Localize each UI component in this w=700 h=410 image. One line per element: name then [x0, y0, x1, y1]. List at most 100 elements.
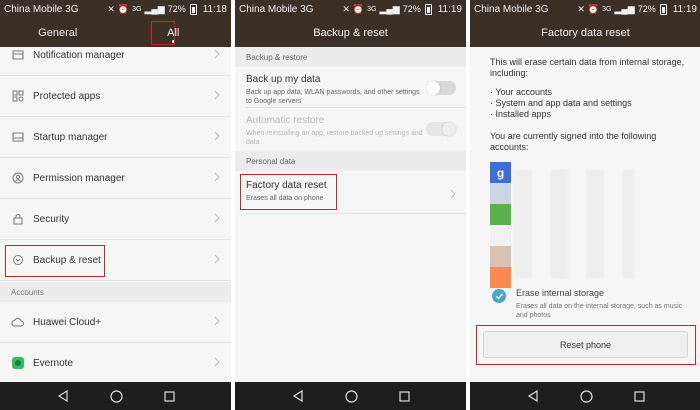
account-icon [490, 267, 511, 288]
blurred-account-names [514, 169, 634, 279]
factory-reset-screen: China Mobile 3G ✕ ⏰ 3G ▂▄▆ 72% 11:19 Fac… [470, 0, 700, 410]
account-icon [490, 225, 511, 246]
alarm-icon: ⏰ [117, 3, 130, 14]
recents-icon[interactable] [398, 390, 410, 402]
settings-screen: China Mobile 3G ✕ ⏰ 3G ▂▄▆ 72% 11:18 Gen… [0, 0, 231, 410]
backup-reset-screen: China Mobile 3G ✕ ⏰ 3G ▂▄▆ 72% 11:19 Bac… [235, 0, 466, 410]
signed-in-text: You are currently signed into the follow… [490, 131, 657, 152]
setting-title: Factory data reset [246, 180, 327, 191]
signal-icon: ▂▄▆ [144, 3, 165, 14]
setting-description: Erases all data on phone [246, 195, 324, 202]
cloud-icon [11, 316, 24, 329]
home-icon[interactable] [579, 389, 593, 403]
back-icon[interactable] [527, 390, 539, 402]
factory-reset-content: This will erase certain data from intern… [470, 47, 700, 382]
alarm-icon: ⏰ [587, 3, 600, 14]
item-label: Security [33, 213, 70, 225]
permission-icon [11, 172, 24, 185]
account-icon [490, 183, 511, 204]
account-list: g [490, 162, 511, 288]
bullet-system-data: · System and app data and settings [490, 98, 632, 108]
chevron-right-icon [214, 169, 222, 187]
signal-icon: ▂▄▆ [379, 3, 400, 14]
item-label: Notification manager [33, 49, 125, 61]
battery-icon [424, 3, 432, 15]
notification-icon [11, 49, 24, 62]
home-icon[interactable] [344, 389, 358, 403]
item-label: Evernote [33, 357, 74, 369]
chevron-right-icon [450, 186, 456, 204]
bullet-installed-apps: · Installed apps [490, 109, 552, 119]
account-icon [490, 204, 511, 225]
back-icon[interactable] [57, 390, 69, 402]
divider [246, 213, 466, 214]
account-icon [490, 246, 511, 267]
clock: 11:18 [202, 3, 227, 15]
back-icon[interactable] [292, 390, 304, 402]
setting-factory-data-reset[interactable]: Factory data reset Erases all data on ph… [235, 180, 466, 203]
backup-settings-list: Backup & restore Back up my data Back up… [235, 47, 466, 382]
erase-storage-checkbox[interactable] [492, 289, 506, 303]
bullet-accounts: · Your accounts [490, 87, 553, 97]
mute-icon: ✕ [342, 3, 350, 14]
item-label: Huawei Cloud+ [33, 316, 102, 328]
auto-restore-toggle [426, 122, 456, 136]
list-item-permission-manager[interactable]: Permission manager [0, 158, 231, 199]
list-item-security[interactable]: Security [0, 199, 231, 240]
erase-storage-title: Erase internal storage [516, 288, 605, 298]
section-header-backup-restore: Backup & restore [235, 47, 466, 67]
recents-icon[interactable] [633, 390, 645, 402]
erase-storage-description: Erases all data on the internal storage,… [516, 303, 683, 319]
evernote-icon [11, 357, 24, 370]
page-title: Factory data reset [470, 18, 700, 47]
page-title: Backup & reset [235, 18, 466, 47]
recents-icon[interactable] [163, 390, 175, 402]
divider [246, 107, 466, 108]
setting-title: Back up my data [246, 74, 321, 85]
chevron-right-icon [214, 313, 222, 331]
navigation-bar [235, 382, 466, 410]
alarm-icon: ⏰ [352, 3, 365, 14]
google-account-icon: g [490, 162, 511, 183]
mute-icon: ✕ [107, 3, 115, 14]
intro-text: This will erase certain data from intern… [490, 57, 685, 78]
setting-description: When reinstalling an app, restore backed… [246, 130, 423, 146]
section-header-personal-data: Personal data [235, 151, 466, 171]
lock-icon [11, 213, 24, 226]
protected-apps-icon [11, 90, 24, 103]
battery-icon [659, 3, 667, 15]
navigation-bar [0, 382, 231, 410]
backup-toggle[interactable] [426, 81, 456, 95]
chevron-right-icon [214, 46, 222, 64]
list-item-huawei-cloud[interactable]: Huawei Cloud+ [0, 302, 231, 343]
toggle-knob [426, 81, 440, 95]
signal-type-label: 3G [367, 5, 377, 13]
navigation-bar [470, 382, 700, 410]
carrier-label: China Mobile 3G [474, 3, 549, 15]
item-label: Permission manager [33, 172, 125, 184]
home-icon[interactable] [109, 389, 123, 403]
carrier-label: China Mobile 3G [4, 3, 79, 15]
list-item-protected-apps[interactable]: Protected apps [0, 76, 231, 117]
status-bar: China Mobile 3G ✕ ⏰ 3G ▂▄▆ 72% 11:18 [0, 0, 231, 18]
list-item-backup-reset[interactable]: Backup & reset [0, 240, 231, 281]
reset-phone-button[interactable]: Reset phone [483, 331, 688, 358]
item-label: Protected apps [33, 90, 101, 102]
list-item-notification-manager[interactable]: Notification manager [0, 35, 231, 76]
item-label: Backup & reset [33, 254, 101, 266]
battery-label: 72% [167, 4, 186, 14]
chevron-right-icon [214, 87, 222, 105]
setting-title: Automatic restore [246, 115, 325, 126]
chevron-right-icon [214, 251, 222, 269]
chevron-right-icon [214, 210, 222, 228]
backup-icon [11, 254, 24, 267]
setting-description: Back up app data, WLAN passwords, and ot… [246, 89, 420, 105]
toggle-knob [442, 122, 456, 136]
clock: 11:19 [437, 3, 462, 15]
list-item-startup-manager[interactable]: Startup manager [0, 117, 231, 158]
section-header-accounts: Accounts [0, 282, 231, 302]
status-bar: China Mobile 3G ✕ ⏰ 3G ▂▄▆ 72% 11:19 [470, 0, 700, 18]
battery-label: 72% [637, 4, 656, 14]
list-item-evernote[interactable]: Evernote [0, 343, 231, 384]
signal-type-label: 3G [132, 5, 142, 13]
